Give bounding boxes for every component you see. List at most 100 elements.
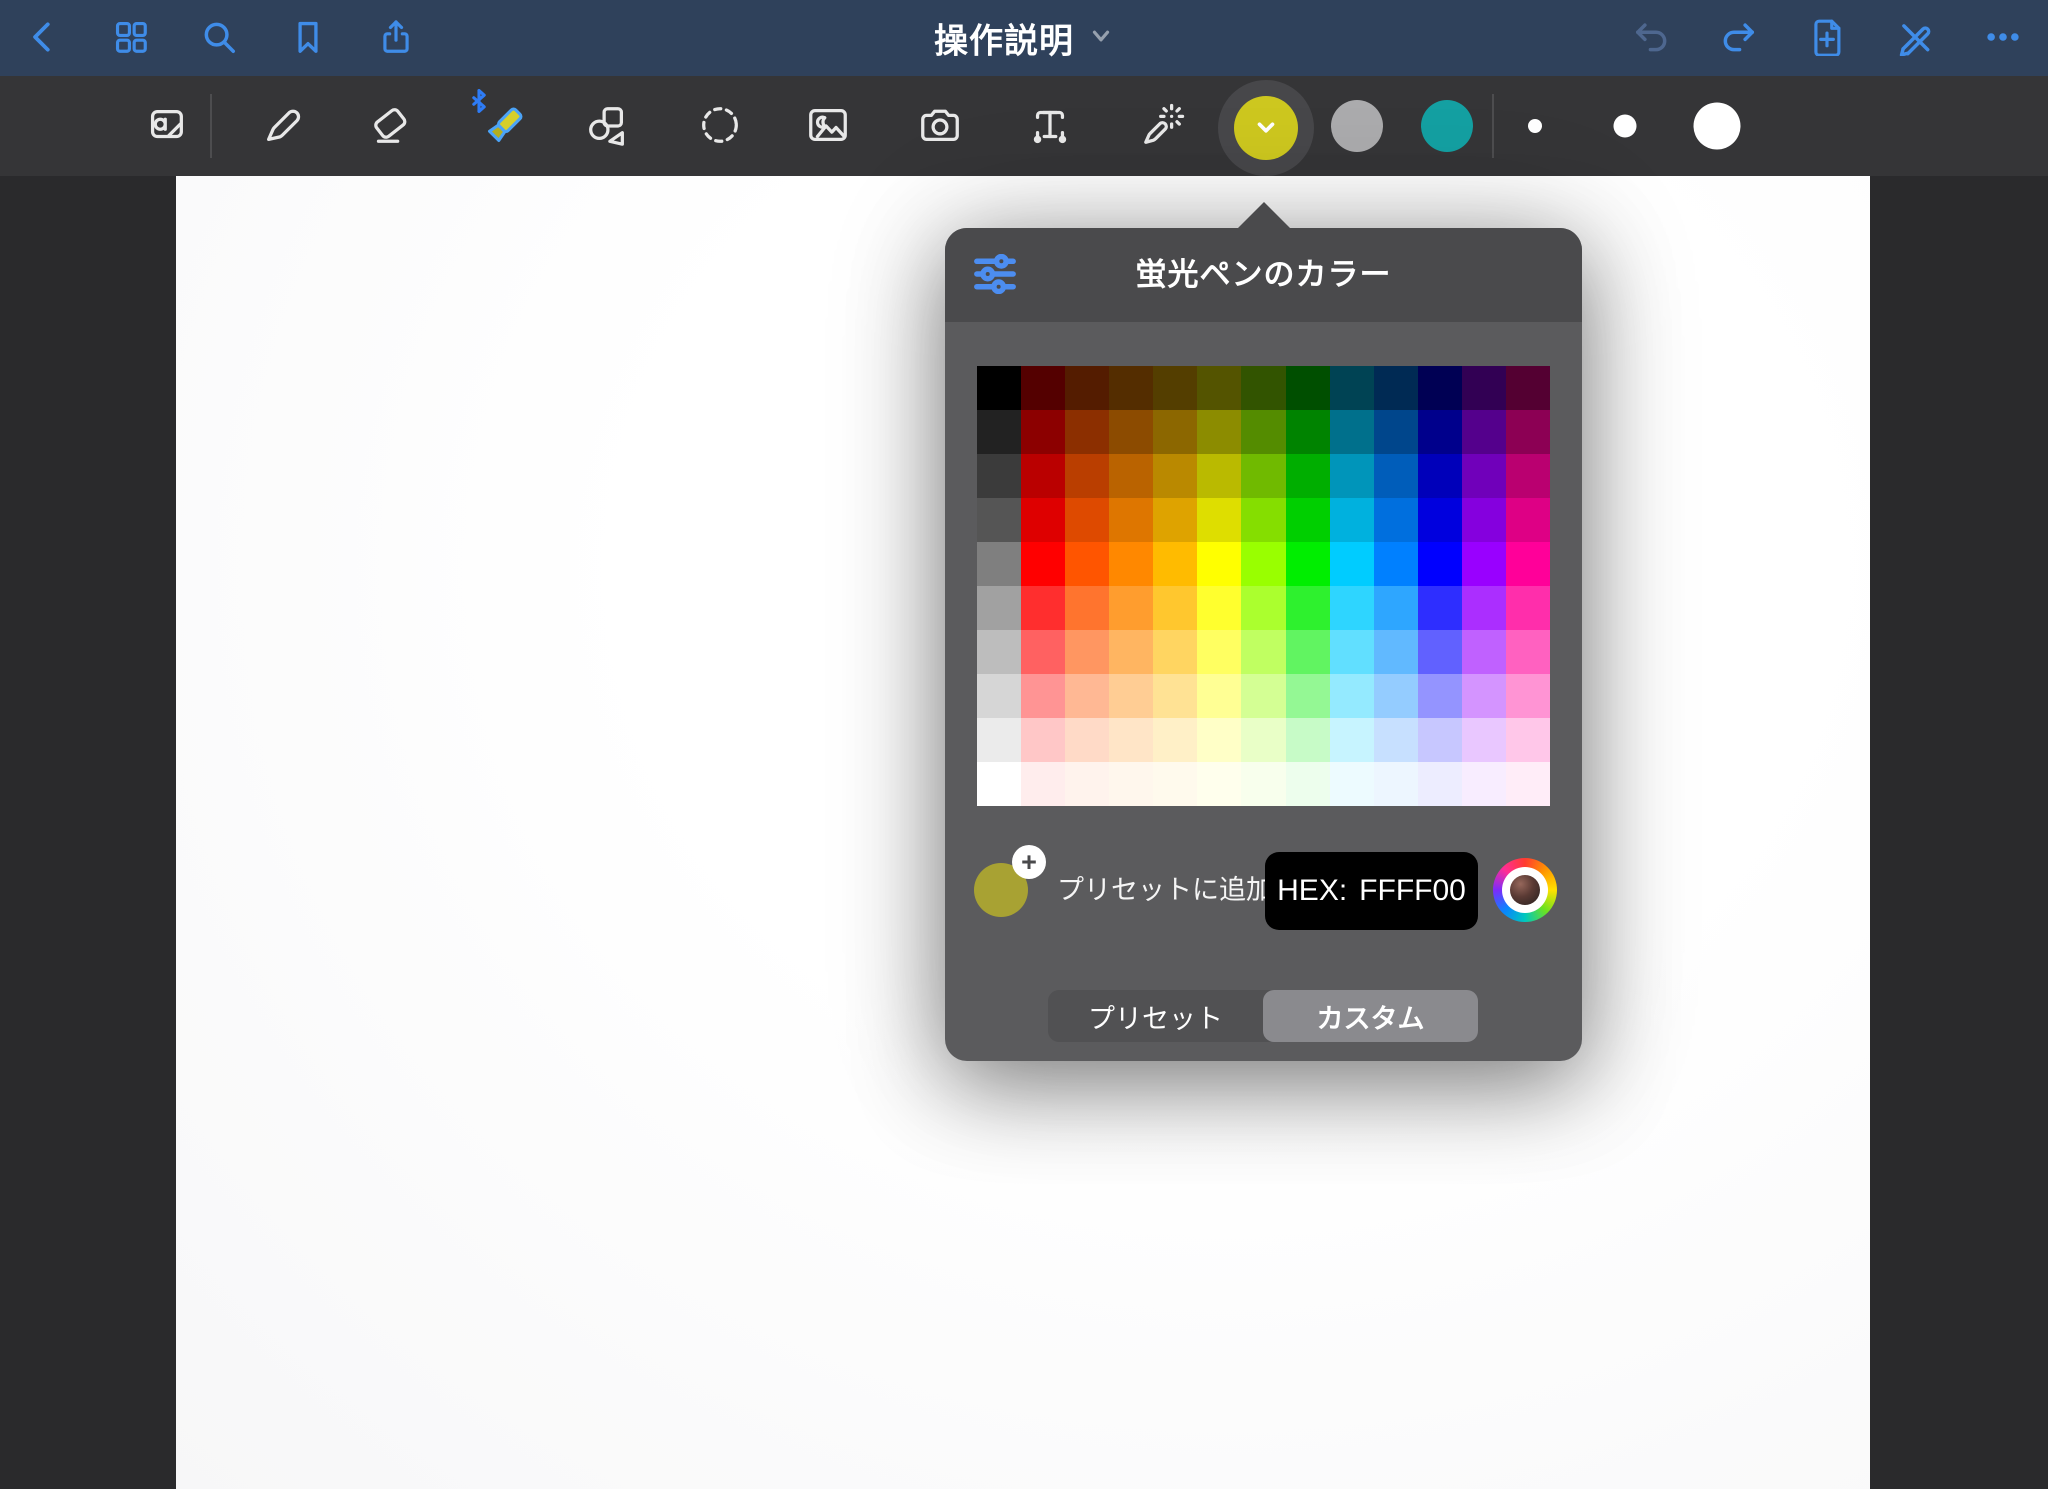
color-swatch[interactable]: [1506, 542, 1550, 586]
color-swatch[interactable]: [1462, 586, 1506, 630]
color-swatch[interactable]: [977, 366, 1021, 410]
undo-button[interactable]: [1624, 10, 1680, 66]
color-swatch[interactable]: [1506, 454, 1550, 498]
color-swatch[interactable]: [1286, 762, 1330, 806]
color-swatch[interactable]: [1021, 366, 1065, 410]
scribble-page-tool-button[interactable]: [134, 94, 198, 158]
color-swatch[interactable]: [1153, 498, 1197, 542]
share-button[interactable]: [368, 10, 424, 66]
color-swatch[interactable]: [1374, 762, 1418, 806]
color-swatch[interactable]: [1462, 498, 1506, 542]
pen-tool-button[interactable]: [251, 94, 315, 158]
color-swatch[interactable]: [1109, 542, 1153, 586]
color-swatch[interactable]: [1197, 630, 1241, 674]
color-swatch[interactable]: [1153, 542, 1197, 586]
color-swatch[interactable]: [1286, 586, 1330, 630]
color-wheel-button[interactable]: [1493, 858, 1557, 922]
color-swatch[interactable]: [1241, 586, 1285, 630]
color-swatch[interactable]: [1286, 454, 1330, 498]
laser-pointer-tool-button[interactable]: [1131, 94, 1195, 158]
color-swatch[interactable]: [1462, 454, 1506, 498]
color-swatch[interactable]: [1065, 410, 1109, 454]
more-options-button[interactable]: [1975, 10, 2031, 66]
add-page-button[interactable]: [1799, 10, 1855, 66]
eraser-tool-button[interactable]: [358, 94, 422, 158]
thickness-dot-small[interactable]: [1528, 119, 1542, 133]
color-swatch-gray[interactable]: [1331, 100, 1383, 152]
color-swatch[interactable]: [1153, 586, 1197, 630]
color-swatch[interactable]: [1241, 498, 1285, 542]
selected-color-swatch-yellow[interactable]: [1218, 80, 1314, 176]
color-swatch[interactable]: [1506, 586, 1550, 630]
color-swatch[interactable]: [1065, 454, 1109, 498]
color-swatch[interactable]: [1153, 454, 1197, 498]
color-swatch[interactable]: [1418, 498, 1462, 542]
text-tool-button[interactable]: [1018, 94, 1082, 158]
tab-custom[interactable]: カスタム: [1263, 990, 1478, 1042]
color-swatch[interactable]: [1418, 718, 1462, 762]
redo-button[interactable]: [1710, 10, 1766, 66]
color-swatch[interactable]: [1286, 674, 1330, 718]
color-swatch[interactable]: [1374, 366, 1418, 410]
color-swatch[interactable]: [1197, 674, 1241, 718]
color-swatch[interactable]: [1109, 674, 1153, 718]
color-swatch[interactable]: [1286, 718, 1330, 762]
add-preset-button[interactable]: +: [1012, 845, 1046, 879]
color-swatch[interactable]: [1286, 498, 1330, 542]
color-swatch[interactable]: [1330, 630, 1374, 674]
color-swatch[interactable]: [1065, 498, 1109, 542]
image-tool-button[interactable]: [796, 94, 860, 158]
color-swatch[interactable]: [1286, 630, 1330, 674]
color-swatch[interactable]: [1109, 366, 1153, 410]
color-swatch[interactable]: [977, 498, 1021, 542]
color-swatch[interactable]: [1330, 762, 1374, 806]
color-swatch[interactable]: [1241, 762, 1285, 806]
camera-tool-button[interactable]: [908, 94, 972, 158]
color-swatch[interactable]: [977, 542, 1021, 586]
bookmark-button[interactable]: [280, 10, 336, 66]
color-swatch[interactable]: [1374, 410, 1418, 454]
color-swatch[interactable]: [1021, 718, 1065, 762]
color-swatch[interactable]: [1065, 586, 1109, 630]
color-swatch[interactable]: [977, 630, 1021, 674]
color-swatch[interactable]: [1418, 674, 1462, 718]
tab-preset[interactable]: プリセット: [1048, 990, 1263, 1042]
close-pen-mode-button[interactable]: [1887, 10, 1943, 66]
color-swatch[interactable]: [1506, 762, 1550, 806]
color-swatch[interactable]: [1241, 542, 1285, 586]
color-swatch[interactable]: [1330, 674, 1374, 718]
color-swatch-teal[interactable]: [1421, 100, 1473, 152]
color-swatch[interactable]: [1109, 630, 1153, 674]
color-swatch[interactable]: [1462, 718, 1506, 762]
color-swatch[interactable]: [1153, 718, 1197, 762]
color-swatch[interactable]: [1109, 454, 1153, 498]
color-swatch[interactable]: [977, 454, 1021, 498]
shapes-tool-button[interactable]: [575, 94, 639, 158]
color-swatch[interactable]: [1109, 718, 1153, 762]
color-swatch[interactable]: [977, 410, 1021, 454]
color-swatch[interactable]: [1330, 718, 1374, 762]
highlighter-tool-button[interactable]: [473, 94, 537, 158]
color-swatch[interactable]: [1065, 718, 1109, 762]
color-swatch[interactable]: [1241, 454, 1285, 498]
lasso-tool-button[interactable]: [688, 94, 752, 158]
color-swatch[interactable]: [1462, 410, 1506, 454]
color-swatch[interactable]: [1153, 410, 1197, 454]
color-swatch[interactable]: [1462, 542, 1506, 586]
color-swatch[interactable]: [1109, 498, 1153, 542]
color-swatch[interactable]: [1241, 410, 1285, 454]
color-swatch[interactable]: [1418, 542, 1462, 586]
color-swatch[interactable]: [1374, 718, 1418, 762]
thickness-dot-large[interactable]: [1694, 103, 1741, 150]
color-swatch[interactable]: [1330, 454, 1374, 498]
color-swatch[interactable]: [1241, 630, 1285, 674]
color-swatch[interactable]: [1197, 366, 1241, 410]
document-title-menu[interactable]: 操作説明: [934, 14, 1114, 63]
thumbnails-button[interactable]: [103, 10, 159, 66]
color-swatch[interactable]: [1241, 674, 1285, 718]
color-swatch[interactable]: [1109, 586, 1153, 630]
color-swatch[interactable]: [977, 762, 1021, 806]
color-swatch[interactable]: [1197, 718, 1241, 762]
color-swatch[interactable]: [1418, 454, 1462, 498]
hex-input[interactable]: HEX: FFFF00: [1265, 852, 1478, 930]
